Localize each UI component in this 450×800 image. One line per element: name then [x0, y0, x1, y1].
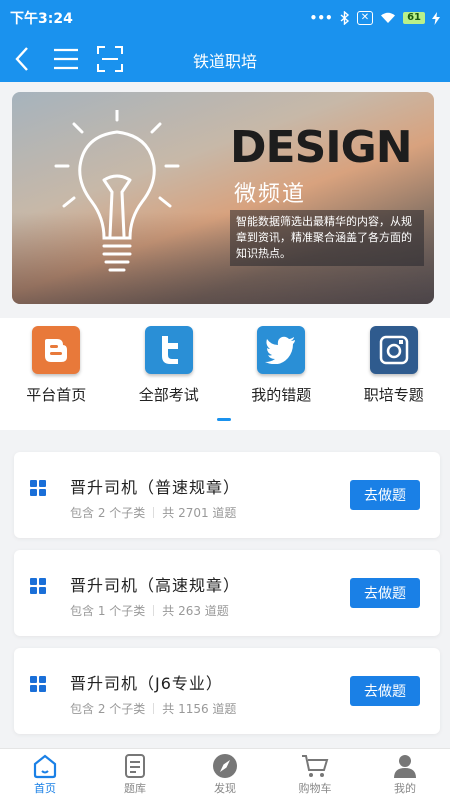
tab-discover[interactable]: 发现 [180, 749, 270, 800]
menu-label: 全部考试 [138, 386, 199, 404]
back-button[interactable] [0, 36, 44, 82]
banner-description: 智能数据筛选出最精华的内容，从规章到资讯，精准聚合涵盖了各方面的知识热点。 [230, 210, 424, 266]
category-grid-icon [30, 676, 46, 692]
menu-button[interactable] [44, 36, 88, 82]
exam-card[interactable]: 晋升司机（高速规章） 包含 1 个子类 共 263 道题 去做题 [14, 550, 440, 636]
tab-label: 我的 [394, 782, 416, 795]
scan-icon [97, 46, 123, 72]
menu-page-indicator [217, 418, 231, 421]
chevron-left-icon [15, 47, 28, 71]
start-practice-button[interactable]: 去做题 [350, 676, 420, 706]
tab-label: 首页 [34, 782, 56, 795]
menu-item-training-topics[interactable]: 职培专题 [338, 318, 450, 430]
quick-menu: 平台首页 全部考试 我的错题 职培专题 [0, 318, 450, 430]
menu-item-my-mistakes[interactable]: 我的错题 [225, 318, 338, 430]
user-icon [394, 755, 416, 778]
lightbulb-icon [54, 110, 180, 272]
question-count: 共 1156 道题 [162, 702, 237, 716]
home-icon [33, 754, 57, 779]
tab-cart[interactable]: 购物车 [270, 749, 360, 800]
tab-profile[interactable]: 我的 [360, 749, 450, 800]
category-grid-icon [30, 480, 46, 496]
exam-card[interactable]: 晋升司机（J6专业） 包含 2 个子类 共 1156 道题 去做题 [14, 648, 440, 734]
exam-meta: 包含 2 个子类 共 2701 道题 [70, 504, 236, 521]
charging-icon [432, 11, 440, 25]
tab-label: 题库 [124, 782, 146, 795]
cart-icon [302, 755, 329, 777]
exam-title: 晋升司机（J6专业） [70, 674, 223, 693]
instagram-icon [369, 326, 418, 374]
app-bar: 铁道职培 [0, 36, 450, 82]
twitter-t-icon [144, 326, 193, 374]
promo-banner[interactable]: DESIGN 微频道 智能数据筛选出最精华的内容，从规章到资讯，精准聚合涵盖了各… [12, 92, 434, 304]
menu-item-platform-home[interactable]: 平台首页 [0, 318, 113, 430]
tab-question-bank[interactable]: 题库 [90, 749, 180, 800]
status-time: 下午3:24 [10, 11, 73, 27]
system-icons: ••• ✕ 61 [310, 11, 440, 25]
question-count: 共 2701 道题 [162, 506, 237, 520]
menu-label: 职培专题 [363, 386, 424, 404]
battery-icon: 61 [403, 12, 425, 24]
divider [153, 507, 155, 518]
compass-icon [213, 754, 237, 778]
menu-label: 平台首页 [26, 386, 87, 404]
blogger-icon [32, 326, 81, 374]
start-practice-button[interactable]: 去做题 [350, 578, 420, 608]
subcategory-count: 包含 2 个子类 [70, 506, 146, 520]
exam-meta: 包含 2 个子类 共 1156 道题 [70, 700, 236, 717]
hamburger-icon [54, 48, 78, 70]
exam-title: 晋升司机（高速规章） [70, 576, 241, 595]
sim-icon: ✕ [356, 11, 374, 25]
divider [153, 703, 155, 714]
wifi-icon [381, 12, 396, 23]
banner-headline: DESIGN [230, 122, 413, 173]
exam-card[interactable]: 晋升司机（普速规章） 包含 2 个子类 共 2701 道题 去做题 [14, 452, 440, 538]
exam-meta: 包含 1 个子类 共 263 道题 [70, 602, 229, 619]
tab-label: 发现 [214, 782, 236, 795]
menu-label: 我的错题 [251, 386, 312, 404]
start-practice-button[interactable]: 去做题 [350, 480, 420, 510]
tab-home[interactable]: 首页 [0, 749, 90, 800]
status-bar: 下午3:24 ••• ✕ 61 [0, 0, 450, 36]
bluetooth-icon [340, 11, 349, 25]
twitter-bird-icon [257, 326, 306, 374]
banner-subtitle: 微频道 [234, 182, 307, 207]
bottom-tab-bar: 首页 题库 发现 购物车 我的 [0, 748, 450, 800]
subcategory-count: 包含 2 个子类 [70, 702, 146, 716]
signal-dots: ••• [309, 11, 333, 25]
subcategory-count: 包含 1 个子类 [70, 604, 146, 618]
menu-item-all-exams[interactable]: 全部考试 [113, 318, 226, 430]
divider [153, 605, 155, 616]
tab-label: 购物车 [298, 782, 332, 795]
question-count: 共 263 道题 [162, 604, 229, 618]
category-grid-icon [30, 578, 46, 594]
exam-title: 晋升司机（普速规章） [70, 478, 241, 497]
scan-button[interactable] [88, 36, 132, 82]
question-bank-icon [125, 754, 145, 778]
